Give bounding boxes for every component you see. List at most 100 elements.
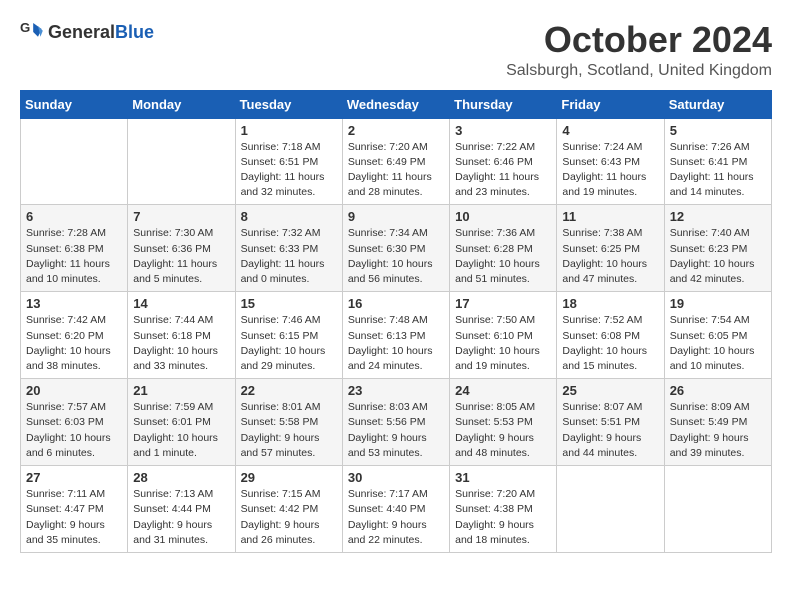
- day-number: 3: [455, 123, 551, 138]
- calendar-cell: 3 Sunrise: 7:22 AM Sunset: 6:46 PM Daylig…: [450, 118, 557, 205]
- day-number: 10: [455, 209, 551, 224]
- day-number: 21: [133, 383, 229, 398]
- day-number: 30: [348, 470, 444, 485]
- day-number: 8: [241, 209, 337, 224]
- day-number: 14: [133, 296, 229, 311]
- calendar-cell: 23 Sunrise: 8:03 AM Sunset: 5:56 PM Dayli…: [342, 379, 449, 466]
- calendar-cell: 10 Sunrise: 7:36 AM Sunset: 6:28 PM Dayli…: [450, 205, 557, 292]
- day-info: Sunrise: 7:34 AM Sunset: 6:30 PM Dayligh…: [348, 226, 444, 287]
- day-number: 23: [348, 383, 444, 398]
- calendar-cell: 1 Sunrise: 7:18 AM Sunset: 6:51 PM Daylig…: [235, 118, 342, 205]
- calendar-cell: 11Sunrise: 7:38 AM Sunset: 6:25 PM Dayli…: [557, 205, 664, 292]
- day-number: 31: [455, 470, 551, 485]
- day-info: Sunrise: 7:48 AM Sunset: 6:13 PM Dayligh…: [348, 313, 444, 374]
- page-header: G GeneralBlue October 2024 Salsburgh, Sc…: [20, 20, 772, 80]
- day-info: Sunrise: 7:15 AM Sunset: 4:42 PM Dayligh…: [241, 487, 337, 548]
- calendar-cell: 15 Sunrise: 7:46 AM Sunset: 6:15 PM Dayli…: [235, 292, 342, 379]
- logo-icon: G: [20, 20, 44, 44]
- calendar-cell: 18Sunrise: 7:52 AM Sunset: 6:08 PM Dayli…: [557, 292, 664, 379]
- title-area: October 2024 Salsburgh, Scotland, United…: [506, 20, 772, 80]
- calendar-cell: 17Sunrise: 7:50 AM Sunset: 6:10 PM Dayli…: [450, 292, 557, 379]
- calendar-cell: 31 Sunrise: 7:20 AM Sunset: 4:38 PM Dayli…: [450, 466, 557, 553]
- day-info: Sunrise: 7:40 AM Sunset: 6:23 PM Dayligh…: [670, 226, 766, 287]
- day-number: 9: [348, 209, 444, 224]
- calendar-cell: 20 Sunrise: 7:57 AM Sunset: 6:03 PM Dayli…: [21, 379, 128, 466]
- day-number: 5: [670, 123, 766, 138]
- day-number: 15: [241, 296, 337, 311]
- day-number: 27: [26, 470, 122, 485]
- logo-general: GeneralBlue: [48, 22, 154, 43]
- day-of-week-header: Saturday: [664, 90, 771, 118]
- day-of-week-header: Monday: [128, 90, 235, 118]
- day-number: 12: [670, 209, 766, 224]
- day-info: Sunrise: 8:05 AM Sunset: 5:53 PM Dayligh…: [455, 400, 551, 461]
- calendar-cell: 9 Sunrise: 7:34 AM Sunset: 6:30 PM Daylig…: [342, 205, 449, 292]
- calendar-cell: 7Sunrise: 7:30 AM Sunset: 6:36 PM Daylig…: [128, 205, 235, 292]
- day-number: 29: [241, 470, 337, 485]
- day-info: Sunrise: 7:22 AM Sunset: 6:46 PM Dayligh…: [455, 140, 551, 201]
- day-info: Sunrise: 7:44 AM Sunset: 6:18 PM Dayligh…: [133, 313, 229, 374]
- day-number: 25: [562, 383, 658, 398]
- day-info: Sunrise: 7:18 AM Sunset: 6:51 PM Dayligh…: [241, 140, 337, 201]
- day-number: 13: [26, 296, 122, 311]
- calendar-cell: 16Sunrise: 7:48 AM Sunset: 6:13 PM Dayli…: [342, 292, 449, 379]
- day-info: Sunrise: 7:11 AM Sunset: 4:47 PM Dayligh…: [26, 487, 122, 548]
- day-info: Sunrise: 8:09 AM Sunset: 5:49 PM Dayligh…: [670, 400, 766, 461]
- day-number: 18: [562, 296, 658, 311]
- day-of-week-header: Thursday: [450, 90, 557, 118]
- day-info: Sunrise: 7:38 AM Sunset: 6:25 PM Dayligh…: [562, 226, 658, 287]
- day-info: Sunrise: 8:07 AM Sunset: 5:51 PM Dayligh…: [562, 400, 658, 461]
- day-of-week-header: Tuesday: [235, 90, 342, 118]
- calendar-cell: 21 Sunrise: 7:59 AM Sunset: 6:01 PM Dayli…: [128, 379, 235, 466]
- month-title: October 2024: [506, 20, 772, 60]
- day-of-week-header: Friday: [557, 90, 664, 118]
- day-info: Sunrise: 7:36 AM Sunset: 6:28 PM Dayligh…: [455, 226, 551, 287]
- calendar-cell: 8 Sunrise: 7:32 AM Sunset: 6:33 PM Daylig…: [235, 205, 342, 292]
- day-of-week-header: Sunday: [21, 90, 128, 118]
- day-number: 24: [455, 383, 551, 398]
- calendar-cell: 28Sunrise: 7:13 AM Sunset: 4:44 PM Dayli…: [128, 466, 235, 553]
- day-info: Sunrise: 7:20 AM Sunset: 6:49 PM Dayligh…: [348, 140, 444, 201]
- day-info: Sunrise: 7:59 AM Sunset: 6:01 PM Dayligh…: [133, 400, 229, 461]
- day-number: 19: [670, 296, 766, 311]
- day-info: Sunrise: 7:24 AM Sunset: 6:43 PM Dayligh…: [562, 140, 658, 201]
- day-info: Sunrise: 7:13 AM Sunset: 4:44 PM Dayligh…: [133, 487, 229, 548]
- calendar-cell: 22 Sunrise: 8:01 AM Sunset: 5:58 PM Dayli…: [235, 379, 342, 466]
- day-info: Sunrise: 7:32 AM Sunset: 6:33 PM Dayligh…: [241, 226, 337, 287]
- day-info: Sunrise: 7:46 AM Sunset: 6:15 PM Dayligh…: [241, 313, 337, 374]
- day-info: Sunrise: 7:17 AM Sunset: 4:40 PM Dayligh…: [348, 487, 444, 548]
- calendar-table: SundayMondayTuesdayWednesdayThursdayFrid…: [20, 90, 772, 553]
- day-info: Sunrise: 7:26 AM Sunset: 6:41 PM Dayligh…: [670, 140, 766, 201]
- calendar-cell: 13 Sunrise: 7:42 AM Sunset: 6:20 PM Dayli…: [21, 292, 128, 379]
- calendar-cell: 2 Sunrise: 7:20 AM Sunset: 6:49 PM Daylig…: [342, 118, 449, 205]
- calendar-cell: 25 Sunrise: 8:07 AM Sunset: 5:51 PM Dayli…: [557, 379, 664, 466]
- day-number: 22: [241, 383, 337, 398]
- day-number: 17: [455, 296, 551, 311]
- day-info: Sunrise: 8:03 AM Sunset: 5:56 PM Dayligh…: [348, 400, 444, 461]
- calendar-cell: 29 Sunrise: 7:15 AM Sunset: 4:42 PM Dayli…: [235, 466, 342, 553]
- day-number: 4: [562, 123, 658, 138]
- day-info: Sunrise: 7:20 AM Sunset: 4:38 PM Dayligh…: [455, 487, 551, 548]
- day-number: 20: [26, 383, 122, 398]
- calendar-cell: 27 Sunrise: 7:11 AM Sunset: 4:47 PM Dayli…: [21, 466, 128, 553]
- logo: G GeneralBlue: [20, 20, 154, 44]
- calendar-cell: 5 Sunrise: 7:26 AM Sunset: 6:41 PM Daylig…: [664, 118, 771, 205]
- calendar-cell: [128, 118, 235, 205]
- calendar-cell: 24 Sunrise: 8:05 AM Sunset: 5:53 PM Dayli…: [450, 379, 557, 466]
- day-info: Sunrise: 7:42 AM Sunset: 6:20 PM Dayligh…: [26, 313, 122, 374]
- day-number: 1: [241, 123, 337, 138]
- calendar-cell: 30 Sunrise: 7:17 AM Sunset: 4:40 PM Dayli…: [342, 466, 449, 553]
- calendar-cell: 14 Sunrise: 7:44 AM Sunset: 6:18 PM Dayli…: [128, 292, 235, 379]
- day-info: Sunrise: 7:57 AM Sunset: 6:03 PM Dayligh…: [26, 400, 122, 461]
- calendar-cell: [557, 466, 664, 553]
- location-title: Salsburgh, Scotland, United Kingdom: [506, 62, 772, 80]
- calendar-cell: [664, 466, 771, 553]
- calendar-cell: [21, 118, 128, 205]
- calendar-cell: 19Sunrise: 7:54 AM Sunset: 6:05 PM Dayli…: [664, 292, 771, 379]
- calendar-cell: 6Sunrise: 7:28 AM Sunset: 6:38 PM Daylig…: [21, 205, 128, 292]
- calendar-cell: 12 Sunrise: 7:40 AM Sunset: 6:23 PM Dayli…: [664, 205, 771, 292]
- day-number: 26: [670, 383, 766, 398]
- day-info: Sunrise: 8:01 AM Sunset: 5:58 PM Dayligh…: [241, 400, 337, 461]
- day-of-week-header: Wednesday: [342, 90, 449, 118]
- day-number: 2: [348, 123, 444, 138]
